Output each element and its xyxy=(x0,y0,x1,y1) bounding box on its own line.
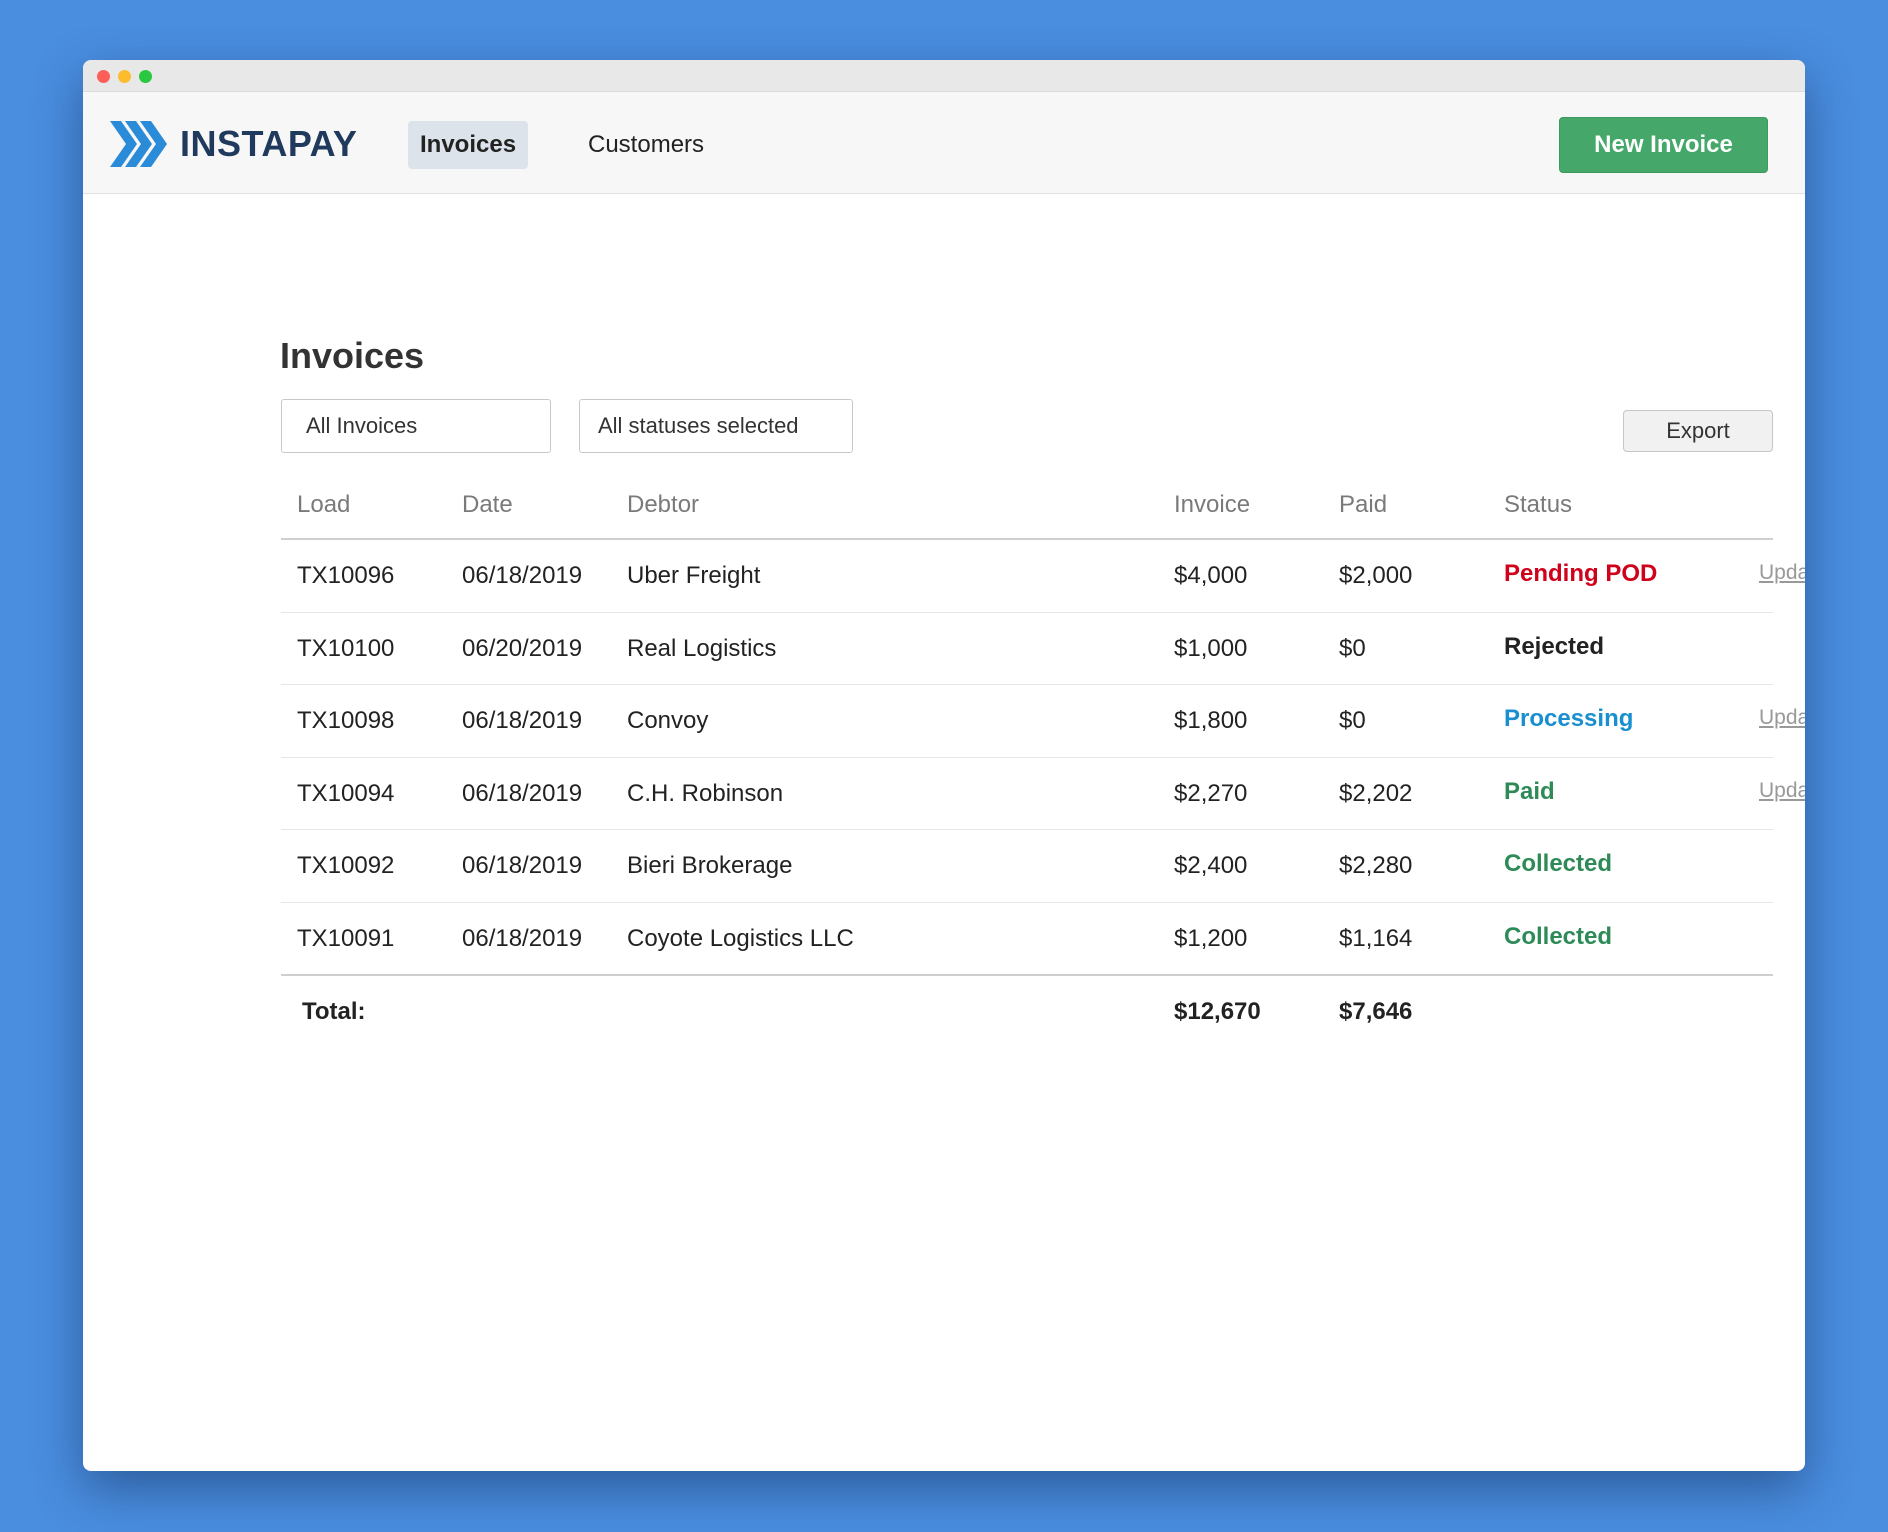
date-cell: 06/18/2019 xyxy=(462,924,583,952)
paid-amount-cell: $2,000 xyxy=(1339,562,1413,589)
table-row[interactable]: TX10094 06/18/2019 C.H. Robinson $2,270 … xyxy=(281,758,1805,831)
status-badge: Pending POD xyxy=(1504,560,1658,587)
debtor-cell: Bieri Brokerage xyxy=(627,852,793,880)
table-row[interactable]: TX10092 06/18/2019 Bieri Brokerage $2,40… xyxy=(281,830,1773,903)
debtor-cell: Convoy xyxy=(627,707,709,735)
load-cell: TX10098 xyxy=(297,707,395,735)
debtor-cell: Coyote Logistics LLC xyxy=(627,924,854,952)
table-header-row: Load Date Debtor Invoice Paid Status xyxy=(281,470,1773,540)
column-header-invoice[interactable]: Invoice xyxy=(1174,470,1250,540)
paid-amount-cell: $2,202 xyxy=(1339,779,1413,807)
brand-name: INSTAPAY xyxy=(180,123,358,164)
update-link[interactable]: Update xyxy=(1759,685,1805,751)
column-header-status[interactable]: Status xyxy=(1504,470,1572,540)
update-link[interactable]: Update xyxy=(1759,540,1805,606)
load-cell: TX10094 xyxy=(297,779,395,807)
column-header-date[interactable]: Date xyxy=(462,470,513,540)
date-cell: 06/18/2019 xyxy=(462,779,583,807)
total-label: Total: xyxy=(302,997,366,1025)
close-window-button[interactable] xyxy=(97,70,110,83)
nav-tab-invoices[interactable]: Invoices xyxy=(408,121,529,169)
invoice-filter-select[interactable]: All Invoices xyxy=(281,399,551,453)
column-header-paid[interactable]: Paid xyxy=(1339,470,1387,540)
invoice-amount-cell: $1,000 xyxy=(1174,634,1248,662)
load-cell: TX10091 xyxy=(297,924,395,952)
total-invoice-amount: $12,670 xyxy=(1174,997,1261,1025)
table-row[interactable]: TX10096 06/18/2019 Uber Freight $4,000 $… xyxy=(281,540,1805,613)
invoice-amount-cell: $1,800 xyxy=(1174,707,1248,735)
column-header-load[interactable]: Load xyxy=(297,470,350,540)
status-badge: Collected xyxy=(1504,922,1613,950)
brand-logo[interactable]: INSTAPAY xyxy=(110,121,357,167)
total-paid-amount: $7,646 xyxy=(1339,997,1413,1025)
status-badge: Rejected xyxy=(1504,632,1605,660)
date-cell: 06/18/2019 xyxy=(462,852,583,880)
status-filter-select[interactable]: All statuses selected xyxy=(579,399,853,453)
paid-amount-cell: $0 xyxy=(1339,634,1366,662)
invoice-amount-cell: $4,000 xyxy=(1174,562,1248,589)
debtor-cell: Uber Freight xyxy=(627,562,761,589)
column-header-debtor[interactable]: Debtor xyxy=(627,470,699,540)
new-invoice-button[interactable]: New Invoice xyxy=(1559,117,1768,173)
debtor-cell: Real Logistics xyxy=(627,634,777,662)
chevrons-logo-icon xyxy=(110,121,167,167)
date-cell: 06/20/2019 xyxy=(462,634,583,662)
invoice-amount-cell: $2,270 xyxy=(1174,779,1248,807)
update-link[interactable]: Update xyxy=(1759,758,1805,824)
table-row[interactable]: TX10100 06/20/2019 Real Logistics $1,000… xyxy=(281,613,1773,686)
load-cell: TX10092 xyxy=(297,852,395,880)
top-navbar: INSTAPAY Invoices Customers New Invoice xyxy=(83,92,1805,194)
status-badge: Paid xyxy=(1504,777,1555,805)
table-row[interactable]: TX10091 06/18/2019 Coyote Logistics LLC … xyxy=(281,903,1773,976)
paid-amount-cell: $1,164 xyxy=(1339,924,1413,952)
date-cell: 06/18/2019 xyxy=(462,562,583,589)
paid-amount-cell: $2,280 xyxy=(1339,852,1413,880)
debtor-cell: C.H. Robinson xyxy=(627,779,784,807)
minimize-window-button[interactable] xyxy=(118,70,131,83)
invoice-amount-cell: $1,200 xyxy=(1174,924,1248,952)
window-titlebar xyxy=(83,60,1805,92)
app-window: INSTAPAY Invoices Customers New Invoice … xyxy=(83,60,1805,1471)
status-badge: Collected xyxy=(1504,850,1613,878)
export-button[interactable]: Export xyxy=(1623,410,1773,452)
paid-amount-cell: $0 xyxy=(1339,707,1366,735)
nav-tab-customers[interactable]: Customers xyxy=(576,121,716,169)
load-cell: TX10100 xyxy=(297,634,395,662)
invoice-amount-cell: $2,400 xyxy=(1174,852,1248,880)
status-badge: Processing xyxy=(1504,705,1634,733)
maximize-window-button[interactable] xyxy=(139,70,152,83)
load-cell: TX10096 xyxy=(297,562,395,589)
date-cell: 06/18/2019 xyxy=(462,707,583,735)
page-title: Invoices xyxy=(280,335,425,376)
table-total-row: Total: $12,670 $7,646 xyxy=(281,976,1773,1049)
invoices-table: Load Date Debtor Invoice Paid Status TX1… xyxy=(281,470,1805,1049)
table-row[interactable]: TX10098 06/18/2019 Convoy $1,800 $0 Proc… xyxy=(281,685,1805,758)
